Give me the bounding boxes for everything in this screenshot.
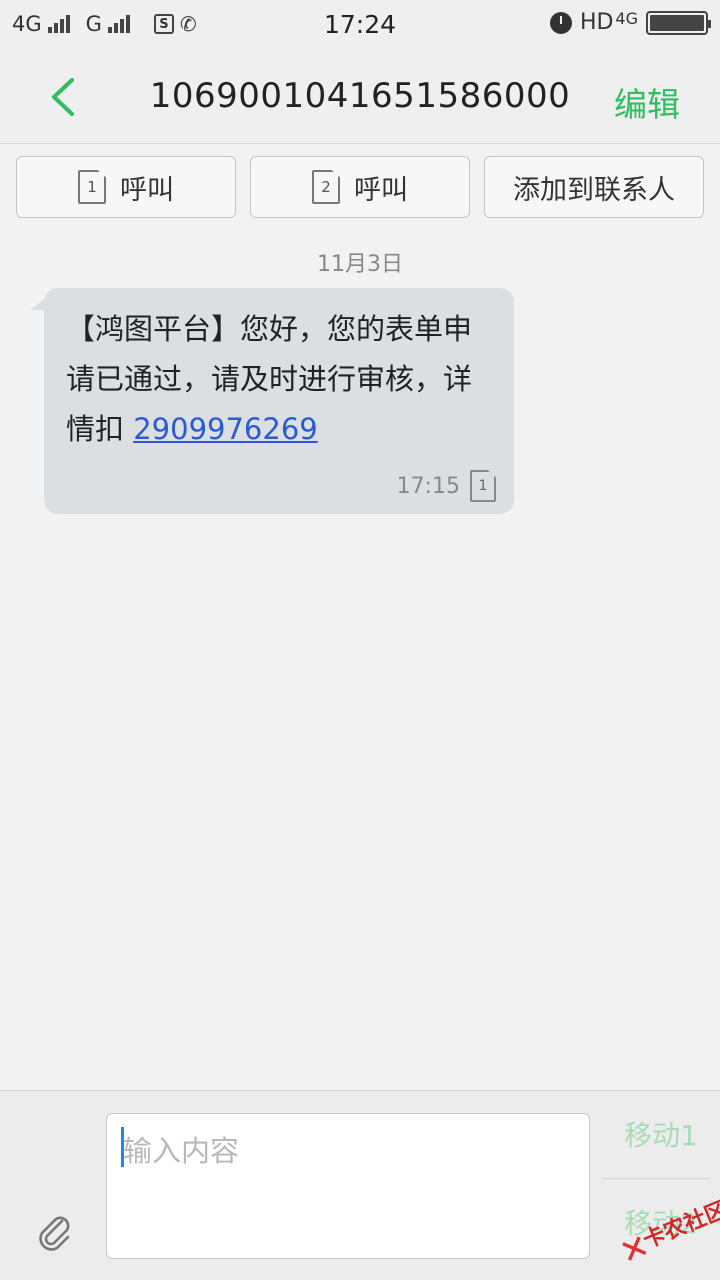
alarm-icon — [549, 11, 572, 34]
message-list[interactable]: 11月3日 【鸿图平台】您好，您的表单申请已通过，请及时进行审核，详情扣 290… — [0, 228, 720, 1090]
edit-button[interactable]: 编辑 — [614, 78, 680, 126]
message-meta: 17:15 1 — [397, 470, 496, 502]
battery-fill — [650, 14, 704, 31]
sim2-number: 2 — [321, 178, 331, 196]
watermark-text: 卡农社区 — [639, 1197, 720, 1254]
page-title: 1069001041651586000 — [149, 76, 571, 116]
message-time: 17:15 — [396, 473, 460, 499]
conversation-header: 1069001041651586000 编辑 — [0, 52, 720, 144]
status-right: HD 4G — [549, 9, 711, 35]
data-network-label: 4G — [615, 9, 638, 28]
status-bar: 4G G S ✆ 17:24 HD 4G — [0, 0, 720, 52]
sim-card-icon: 1 — [470, 470, 496, 502]
call-sim2-button[interactable]: 2 呼叫 — [250, 156, 470, 218]
send-sim1-button[interactable]: 移动1 — [602, 1091, 720, 1177]
composer-bar: 移动1 移动2 — [0, 1090, 720, 1280]
message-text: 【鸿图平台】您好，您的表单申请已通过，请及时进行审核，详情扣 290997626… — [66, 304, 492, 454]
contact-actions: 1 呼叫 2 呼叫 添加到联系人 — [16, 156, 704, 218]
paperclip-icon — [39, 1216, 70, 1251]
call-sim2-label: 呼叫 — [354, 174, 408, 206]
message-input[interactable] — [106, 1113, 590, 1259]
sim-card-icon: 2 — [312, 170, 340, 204]
sim1-number: 1 — [87, 178, 97, 196]
battery-icon — [646, 10, 711, 35]
text-cursor — [121, 1127, 124, 1167]
sim-card-icon: 1 — [78, 170, 106, 204]
hd-label: HD — [579, 10, 614, 35]
add-contact-label: 添加到联系人 — [513, 174, 675, 206]
date-separator: 11月3日 — [317, 252, 403, 277]
call-sim1-button[interactable]: 1 呼叫 — [16, 156, 236, 218]
attach-button[interactable] — [32, 1209, 74, 1251]
message-bubble[interactable]: 【鸿图平台】您好，您的表单申请已通过，请及时进行审核，详情扣 290997626… — [30, 288, 514, 514]
message-phone-link[interactable]: 2909976269 — [133, 412, 318, 446]
add-contact-button[interactable]: 添加到联系人 — [484, 156, 704, 218]
call-sim1-label: 呼叫 — [120, 174, 174, 206]
message-sim-number: 1 — [478, 478, 488, 494]
